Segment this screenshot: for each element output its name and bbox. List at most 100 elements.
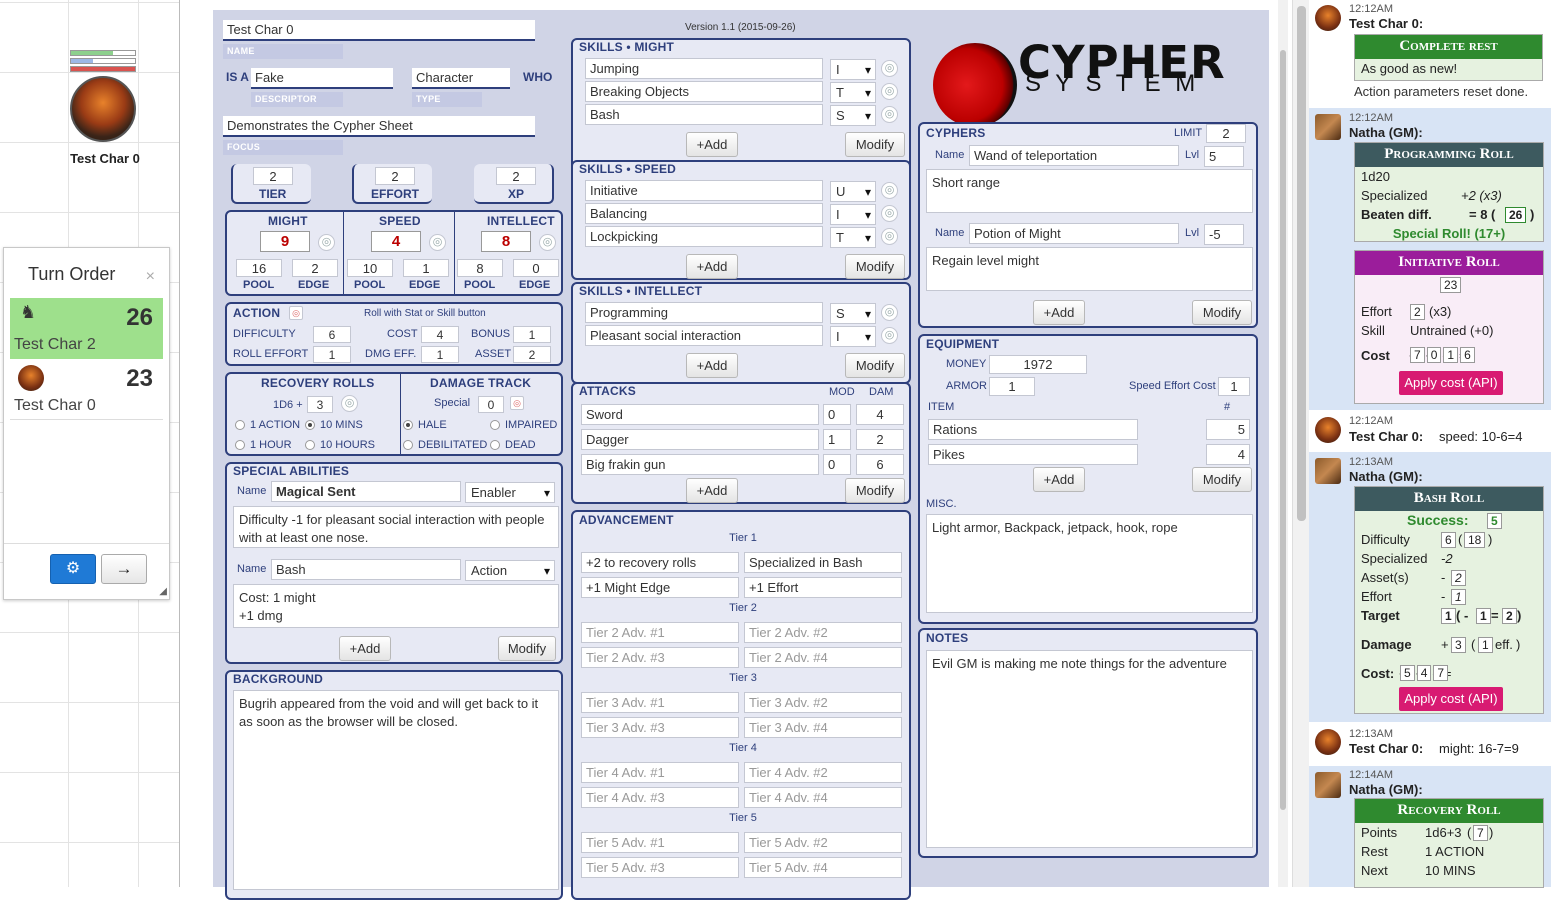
stat-value-input[interactable]: 8 xyxy=(481,231,531,252)
recovery-radio[interactable] xyxy=(235,420,245,430)
apply-cost-button[interactable]: Apply cost (API) xyxy=(1399,371,1503,395)
roll-skill-button[interactable]: ◎ xyxy=(881,205,898,222)
chat-scrollbar[interactable] xyxy=(1292,0,1309,887)
add-skill-button[interactable]: +Add xyxy=(686,132,738,157)
skill-name-input[interactable]: Jumping xyxy=(585,58,823,79)
add-skill-button[interactable]: +Add xyxy=(686,254,738,279)
sheet-scrollbar[interactable] xyxy=(1278,0,1288,887)
advancement-input[interactable]: Tier 5 Adv. #4 xyxy=(744,857,902,878)
damage-icon[interactable]: ◎ xyxy=(510,396,524,410)
edge-input[interactable]: 0 xyxy=(513,259,559,277)
special-input[interactable]: 0 xyxy=(478,396,504,413)
skill-level-select[interactable]: S xyxy=(830,105,876,126)
advancement-input[interactable]: Tier 2 Adv. #4 xyxy=(744,647,902,668)
skill-level-select[interactable]: I xyxy=(830,204,876,225)
roll-stat-button[interactable]: ◎ xyxy=(318,234,335,251)
advancement-input[interactable]: +1 Might Edge xyxy=(581,577,739,598)
cypher-description[interactable]: Short range xyxy=(926,169,1253,213)
damage-radio[interactable] xyxy=(490,440,500,450)
cypher-description[interactable]: Regain level might xyxy=(926,247,1253,291)
ability-type-select[interactable]: Action xyxy=(465,560,555,581)
dmg-eff-input[interactable]: 1 xyxy=(421,346,459,363)
modify-skill-button[interactable]: Modify xyxy=(845,353,905,378)
add-item-button[interactable]: +Add xyxy=(1033,467,1085,492)
attack-mod-input[interactable]: 1 xyxy=(823,429,851,450)
advancement-input[interactable]: Tier 3 Adv. #3 xyxy=(581,717,739,738)
bonus-input[interactable]: 1 xyxy=(513,326,551,343)
add-attack-button[interactable]: +Add xyxy=(686,478,738,503)
roll-skill-button[interactable]: ◎ xyxy=(881,228,898,245)
asset-input[interactable]: 2 xyxy=(513,346,551,363)
skill-name-input[interactable]: Pleasant social interaction xyxy=(585,325,823,346)
pool-input[interactable]: 8 xyxy=(457,259,503,277)
roll-skill-button[interactable]: ◎ xyxy=(881,83,898,100)
damage-radio[interactable] xyxy=(490,420,500,430)
map-canvas[interactable]: Test Char 0 Turn Order × ♞ 26 Test Char … xyxy=(0,0,180,887)
ability-name-input[interactable]: Magical Sent xyxy=(271,481,461,502)
roll-skill-button[interactable]: ◎ xyxy=(881,106,898,123)
advancement-input[interactable]: Tier 3 Adv. #2 xyxy=(744,692,902,713)
character-token[interactable] xyxy=(70,50,138,142)
skill-level-select[interactable]: I xyxy=(830,326,876,347)
skill-level-select[interactable]: T xyxy=(830,82,876,103)
cypher-level-input[interactable]: -5 xyxy=(1204,224,1244,245)
money-input[interactable]: 1972 xyxy=(989,355,1087,374)
advancement-input[interactable]: Tier 5 Adv. #2 xyxy=(744,832,902,853)
skill-level-select[interactable]: S xyxy=(830,303,876,324)
skill-name-input[interactable]: Breaking Objects xyxy=(585,81,823,102)
damage-radio[interactable] xyxy=(403,440,413,450)
recovery-radio[interactable] xyxy=(235,440,245,450)
attack-name-input[interactable]: Sword xyxy=(581,404,819,425)
turn-entry[interactable]: ♞ 26 Test Char 2 xyxy=(10,298,163,359)
cypher-name-input[interactable]: Wand of teleportation xyxy=(969,145,1179,166)
roll-skill-button[interactable]: ◎ xyxy=(881,304,898,321)
roll-skill-button[interactable]: ◎ xyxy=(881,182,898,199)
close-icon[interactable]: × xyxy=(146,268,155,286)
roll-skill-button[interactable]: ◎ xyxy=(881,60,898,77)
focus-input[interactable]: Demonstrates the Cypher Sheet xyxy=(223,116,535,137)
item-qty-input[interactable]: 5 xyxy=(1206,419,1250,440)
attack-dam-input[interactable]: 6 xyxy=(856,454,904,475)
attack-dam-input[interactable]: 2 xyxy=(856,429,904,450)
cost-input[interactable]: 4 xyxy=(421,326,459,343)
advancement-input[interactable]: Tier 3 Adv. #4 xyxy=(744,717,902,738)
notes-textarea[interactable]: Evil GM is making me note things for the… xyxy=(926,650,1253,848)
recovery-radio[interactable] xyxy=(305,420,315,430)
apply-cost-button[interactable]: Apply cost (API) xyxy=(1399,687,1503,711)
modify-item-button[interactable]: Modify xyxy=(1192,467,1252,492)
difficulty-input[interactable]: 6 xyxy=(313,326,351,343)
advancement-input[interactable]: +2 to recovery rolls xyxy=(581,552,739,573)
attack-mod-input[interactable]: 0 xyxy=(823,404,851,425)
xp-input[interactable]: 2 xyxy=(496,167,536,185)
advancement-input[interactable]: Tier 4 Adv. #2 xyxy=(744,762,902,783)
skill-name-input[interactable]: Balancing xyxy=(585,203,823,224)
stat-value-input[interactable]: 9 xyxy=(260,231,310,252)
add-skill-button[interactable]: +Add xyxy=(686,353,738,378)
edge-input[interactable]: 2 xyxy=(292,259,338,277)
advancement-input[interactable]: Specialized in Bash xyxy=(744,552,902,573)
add-cypher-button[interactable]: +Add xyxy=(1033,300,1085,325)
ability-name-input[interactable]: Bash xyxy=(271,559,461,580)
pool-input[interactable]: 16 xyxy=(236,259,282,277)
advancement-input[interactable]: Tier 4 Adv. #3 xyxy=(581,787,739,808)
descriptor-input[interactable]: Fake xyxy=(251,68,393,89)
item-name-input[interactable]: Pikes xyxy=(928,444,1138,465)
attack-name-input[interactable]: Dagger xyxy=(581,429,819,450)
speed-effort-input[interactable]: 1 xyxy=(1218,377,1250,396)
ability-type-select[interactable]: Enabler xyxy=(465,482,555,503)
roll-effort-input[interactable]: 1 xyxy=(313,346,351,363)
advancement-input[interactable]: +1 Effort xyxy=(744,577,902,598)
type-input[interactable]: Character xyxy=(412,68,510,89)
skill-level-select[interactable]: I xyxy=(830,59,876,80)
effort-input[interactable]: 2 xyxy=(375,167,415,185)
modify-skill-button[interactable]: Modify xyxy=(845,132,905,157)
skill-name-input[interactable]: Initiative xyxy=(585,180,823,201)
skill-name-input[interactable]: Bash xyxy=(585,104,823,125)
modify-attack-button[interactable]: Modify xyxy=(845,478,905,503)
add-ability-button[interactable]: +Add xyxy=(339,636,391,661)
ability-description[interactable]: Cost: 1 might +1 dmg xyxy=(233,584,559,628)
roll-skill-button[interactable]: ◎ xyxy=(881,327,898,344)
skill-level-select[interactable]: T xyxy=(830,227,876,248)
roll-stat-button[interactable]: ◎ xyxy=(539,234,556,251)
advancement-input[interactable]: Tier 2 Adv. #3 xyxy=(581,647,739,668)
